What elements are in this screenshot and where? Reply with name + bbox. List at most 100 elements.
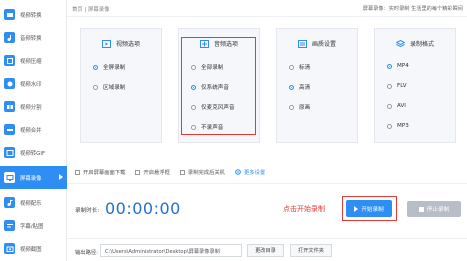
option-label: AVI	[397, 103, 406, 109]
open-folder-button[interactable]: 打开文件夹	[290, 244, 332, 257]
gear-icon	[235, 169, 241, 175]
sidebar-item-gif[interactable]: 视频转GIF	[0, 141, 67, 164]
more-settings-link[interactable]: 更多设置	[235, 168, 265, 176]
sidebar-item-screen-record[interactable]: 屏幕录像	[0, 166, 67, 189]
stop-icon	[418, 206, 424, 212]
audio-highlight-box	[181, 37, 256, 135]
radio-button[interactable]	[387, 103, 392, 109]
more-settings-label: 更多设置	[243, 170, 266, 176]
split-icon	[4, 101, 15, 112]
radio-button[interactable]	[387, 63, 392, 69]
output-path-label: 输出路径:	[75, 250, 98, 256]
sidebar-item-label: 视频压缩	[20, 58, 42, 65]
compress-icon	[4, 55, 15, 66]
checkbox[interactable]	[75, 169, 80, 175]
sidebar-item-watermark[interactable]: 视频水印	[0, 72, 67, 95]
quality-panel: 画质设置 标清 高清 原画	[276, 28, 358, 143]
radio-button[interactable]	[93, 64, 98, 70]
subtitle-icon	[4, 220, 15, 231]
video-convert-icon	[4, 9, 15, 20]
sidebar-item-label: 视频转GIF	[20, 150, 46, 157]
radio-button[interactable]	[93, 84, 98, 90]
panel-title: 画质设置	[311, 41, 336, 48]
radio-button[interactable]	[289, 64, 294, 70]
quality-icon	[297, 39, 307, 48]
option-label: 标清	[299, 65, 311, 71]
sidebar-item-split[interactable]: 视频分割	[0, 95, 67, 118]
sidebar-item-label: 视频合并	[20, 127, 42, 134]
record-time-label: 录制时长:	[75, 208, 100, 214]
sidebar-item-label: 视频分割	[20, 104, 42, 111]
music-icon	[4, 197, 15, 208]
video-icon	[101, 39, 111, 48]
checkbox[interactable]	[135, 169, 141, 175]
header-tip: 屏幕录像：实时录制 生活里的每个精彩瞬间	[362, 6, 463, 12]
checkbox-label: 开启悬浮框	[143, 170, 170, 176]
sidebar-item-screenshot[interactable]: 视频截图	[0, 237, 67, 260]
sidebar-item-label: 视频配乐	[20, 200, 42, 207]
radio-button[interactable]	[387, 83, 392, 89]
screen-record-icon	[4, 172, 15, 183]
checkbox-screen-download[interactable]: 开启屏幕画面下载	[75, 168, 125, 176]
sidebar-item-subtitle[interactable]: 字幕/贴图	[0, 214, 67, 237]
option-label: MP4	[397, 63, 409, 69]
checkbox[interactable]	[179, 169, 185, 175]
option-flv[interactable]: FLV	[387, 83, 407, 89]
checkbox-shutdown[interactable]: 录制完成后关机	[179, 168, 225, 176]
option-original[interactable]: 原画	[289, 103, 310, 111]
audio-convert-icon	[4, 32, 15, 43]
option-label: 全屏录制	[103, 65, 126, 71]
sidebar-item-label: 屏幕录像	[20, 175, 42, 182]
output-bar: 输出路径: C:\Users\Administrator\Desktop\屏幕录…	[67, 238, 467, 261]
start-highlight-box	[342, 196, 397, 221]
stop-record-button[interactable]: 停止录制	[407, 201, 461, 217]
video-options-panel: 视频选项 全屏录制 区域录制	[80, 28, 162, 143]
settings-row: 开启屏幕画面下载 开启悬浮框 录制完成后关机 更多设置	[75, 168, 265, 176]
format-icon	[395, 39, 405, 47]
screenshot-icon	[4, 243, 15, 254]
option-label: FLV	[397, 83, 407, 89]
radio-button[interactable]	[289, 84, 294, 90]
chevron-right-icon	[59, 174, 63, 180]
divider	[67, 183, 467, 184]
option-fullscreen[interactable]: 全屏录制	[93, 63, 125, 71]
panel-title: 录制格式	[409, 41, 434, 48]
gif-icon	[4, 147, 15, 158]
option-mp4[interactable]: MP4	[387, 63, 409, 69]
option-region[interactable]: 区域录制	[93, 83, 125, 91]
option-avi[interactable]: AVI	[387, 103, 406, 109]
option-hd[interactable]: 高清	[289, 83, 310, 91]
sidebar-item-label: 音频转换	[20, 35, 42, 42]
sidebar-item-music[interactable]: 视频配乐	[0, 191, 67, 214]
stop-record-label: 停止录制	[426, 207, 450, 213]
sidebar-item-label: 视频水印	[20, 81, 42, 88]
format-panel: 录制格式 MP4 FLV AVI MP3	[374, 28, 456, 143]
breadcrumb: 首页 | 屏幕录像	[72, 7, 110, 13]
checkbox-label: 录制完成后关机	[187, 170, 225, 176]
sidebar-item-compress[interactable]: 视频压缩	[0, 49, 67, 72]
option-label: MP3	[397, 123, 409, 129]
radio-button[interactable]	[387, 123, 392, 129]
record-timer: 00:00:00	[105, 199, 181, 218]
merge-icon	[4, 124, 15, 135]
change-directory-button[interactable]: 更改目录	[247, 244, 284, 257]
option-label: 原画	[299, 105, 311, 111]
option-label: 区域录制	[103, 85, 126, 91]
output-path-field[interactable]: C:\Users\Administrator\Desktop\屏幕录像录制	[100, 244, 242, 257]
sidebar-item-label: 字幕/贴图	[20, 223, 44, 230]
panel-title: 视频选项	[115, 41, 140, 48]
checkbox-label: 开启屏幕画面下载	[83, 170, 126, 176]
sidebar: 视频转换 音频转换 视频压缩 视频水印 视频分割 视频合并 视频转GIF 屏幕录…	[0, 0, 67, 261]
radio-button[interactable]	[289, 104, 294, 110]
checkbox-floating-window[interactable]: 开启悬浮框	[135, 168, 170, 176]
sidebar-item-audio-convert[interactable]: 音频转换	[0, 26, 67, 49]
start-hint: 点击开始录制	[283, 205, 325, 213]
option-sd[interactable]: 标清	[289, 63, 310, 71]
option-mp3[interactable]: MP3	[387, 123, 409, 129]
option-label: 高清	[299, 85, 311, 91]
sidebar-item-label: 视频转换	[20, 12, 42, 19]
sidebar-item-merge[interactable]: 视频合并	[0, 118, 67, 141]
sidebar-item-label: 视频截图	[20, 246, 42, 253]
watermark-icon	[4, 78, 15, 89]
sidebar-item-video-convert[interactable]: 视频转换	[0, 3, 67, 26]
